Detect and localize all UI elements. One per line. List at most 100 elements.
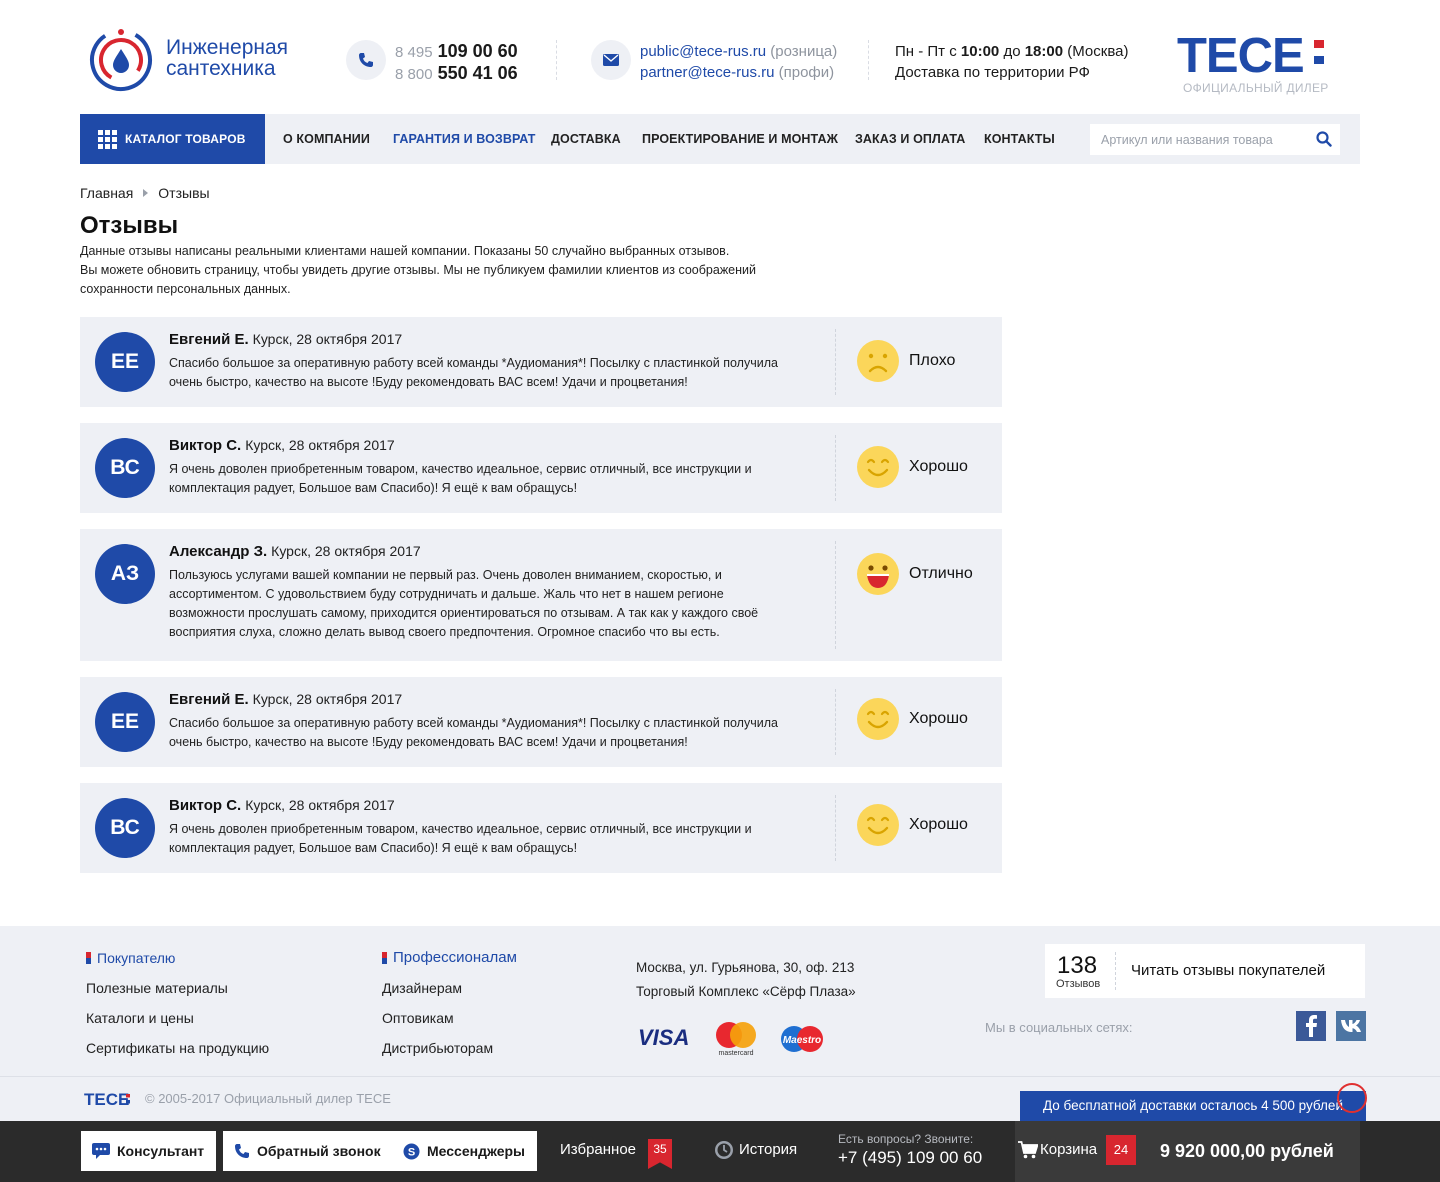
visa-icon: VISA [638,1025,689,1050]
footer-link-certificates[interactable]: Сертификаты на продукцию [86,1040,269,1056]
messengers-button[interactable]: S Мессенджеры [392,1131,537,1171]
rating-label: Хорошо [909,458,968,475]
consultant-button[interactable]: Консультант [81,1131,217,1171]
page-intro: Данные отзывы написаны реальными клиента… [80,242,820,299]
footer-pros-title[interactable]: Профессионалам [382,949,517,966]
site-header: Инженерная сантехника 8 495 109 00 60 8 … [0,0,1440,114]
logo-mark-icon [90,29,152,91]
review-rating: Хорошо [857,698,968,740]
logo-text: Инженерная сантехника [166,37,288,79]
review-author: Евгений Е. [169,331,249,348]
skype-icon: S [403,1143,420,1160]
site-logo[interactable]: Инженерная сантехника [88,27,318,93]
hours-days: Пн - Пт с [895,43,957,60]
email-address[interactable]: partner@tece-rus.ru [640,64,774,81]
footer-address: Москва, ул. Гурьянова, 30, оф. 213 [636,960,855,975]
flag-icon [86,952,91,964]
hours-city: (Москва) [1067,43,1129,60]
review-rating: Хорошо [857,446,968,488]
brand-subtitle: ОФИЦИАЛЬНЫЙ ДИЛЕР [1183,81,1329,95]
callback-button[interactable]: Обратный звонок [223,1131,393,1171]
logo-line-2: сантехника [166,57,276,80]
sad-face-icon [857,340,899,382]
review-card: АЗ Александр З. Курск, 28 октября 2017 По… [80,529,1002,661]
review-meta: Курск, 28 октября 2017 [252,331,403,347]
breadcrumb: Главная Отзывы [80,185,210,201]
favorites-link[interactable]: Избранное [560,1141,636,1158]
review-card: ВС Виктор С. Курск, 28 октября 2017 Я оче… [80,423,1002,513]
nav-item-order[interactable]: ЗАКАЗ И ОПЛАТА [855,114,965,164]
laugh-face-icon [857,553,899,595]
phone-prefix: 8 495 [395,44,433,61]
working-hours: Пн - Пт с 10:00 до 18:00 (Москва) Достав… [895,41,1128,83]
review-text: Спасибо большое за оперативную работу вс… [169,716,778,749]
chat-icon [92,1143,110,1159]
avatar: ЕЕ [95,692,155,752]
review-divider [835,329,836,395]
avatar: ВС [95,798,155,858]
call-phone-number[interactable]: +7 (495) 109 00 60 [838,1148,982,1168]
footer-title-text: Покупателю [97,950,176,966]
review-meta: Курск, 28 октября 2017 [271,543,421,559]
favorites-count-badge: 35 [648,1139,672,1169]
catalog-button[interactable]: КАТАЛОГ ТОВАРОВ [80,114,265,164]
email-note: (профи) [778,64,835,81]
nav-item-contacts[interactable]: КОНТАКТЫ [984,114,1055,164]
footer-link-designers[interactable]: Дизайнерам [382,980,462,996]
svg-text:Maestro: Maestro [783,1035,821,1046]
rating-label: Хорошо [909,816,968,833]
search-icon[interactable] [1316,131,1332,152]
nav-item-warranty[interactable]: ГАРАНТИЯ И ВОЗВРАТ [393,114,536,164]
hours-from: 10:00 [960,43,1000,60]
email-partner[interactable]: partner@tece-rus.ru (профи) [640,62,837,83]
facebook-icon[interactable] [1296,1011,1326,1041]
copyright-text: © 2005-2017 Официальный дилер TECE [145,1091,391,1106]
clock-icon [714,1140,734,1165]
review-meta: Курск, 28 октября 2017 [252,691,403,707]
page-title: Отзывы [80,212,179,239]
vk-icon[interactable] [1336,1011,1366,1041]
avatar: ВС [95,438,155,498]
nav-item-company[interactable]: О КОМПАНИИ [283,114,370,164]
nav-item-design[interactable]: ПРОЕКТИРОВАНИЕ И МОНТАЖ [642,114,838,164]
footer-link-materials[interactable]: Полезные материалы [86,980,228,996]
phone-number-2[interactable]: 8 800 550 41 06 [395,63,518,85]
footer-buyers-title[interactable]: Покупателю [86,950,175,966]
footer-link-distributors[interactable]: Дистрибьюторам [382,1040,493,1056]
hours-to-word: до [1003,43,1021,60]
svg-text:S: S [408,1146,415,1158]
mail-icon [591,40,631,80]
review-rating: Хорошо [857,804,968,846]
rating-label: Хорошо [909,710,968,727]
footer-link-catalogs[interactable]: Каталоги и цены [86,1010,194,1026]
maestro-icon: Maestro [781,1026,823,1052]
footer-address-building: Торговый Комплекс «Сёрф Плаза» [636,984,856,999]
reviews-summary[interactable]: 138 Отзывов Читать отзывы покупателей [1045,944,1365,998]
footer-link-wholesale[interactable]: Оптовикам [382,1010,454,1026]
breadcrumb-home[interactable]: Главная [80,185,133,201]
review-text: Я очень доволен приобретенным товаром, к… [169,822,752,855]
email-address[interactable]: public@tece-rus.ru [640,43,766,60]
mastercard-icon: mastercard [716,1022,756,1057]
cart-total: 9 920 000,00 рублей [1160,1141,1334,1161]
scroll-top-button[interactable] [1337,1083,1367,1113]
email-retail[interactable]: public@tece-rus.ru (розница) [640,41,837,62]
read-reviews-link[interactable]: Читать отзывы покупателей [1131,962,1325,979]
email-note: (розница) [770,43,838,60]
reviews-count-label: Отзывов [1056,978,1101,990]
nav-item-delivery[interactable]: ДОСТАВКА [551,114,621,164]
search-input[interactable] [1090,124,1300,155]
brand-logo[interactable]: TECE [1177,29,1337,85]
intro-line: Вы можете обновить страницу, чтобы увиде… [80,263,756,296]
history-link[interactable]: История [739,1141,797,1158]
phone-number-1[interactable]: 8 495 109 00 60 [395,41,518,63]
search-box [1090,124,1340,155]
header-divider [868,40,869,80]
catalog-label: КАТАЛОГ ТОВАРОВ [125,132,246,146]
rating-label: Отлично [909,565,973,582]
svg-text:TECE: TECE [84,1090,129,1108]
call-question: Есть вопросы? Звоните: [838,1132,974,1146]
cart-icon [1018,1141,1039,1164]
callback-label: Обратный звонок [257,1143,381,1159]
cart-area[interactable]: Корзина 24 9 920 000,00 рублей [1015,1121,1360,1182]
